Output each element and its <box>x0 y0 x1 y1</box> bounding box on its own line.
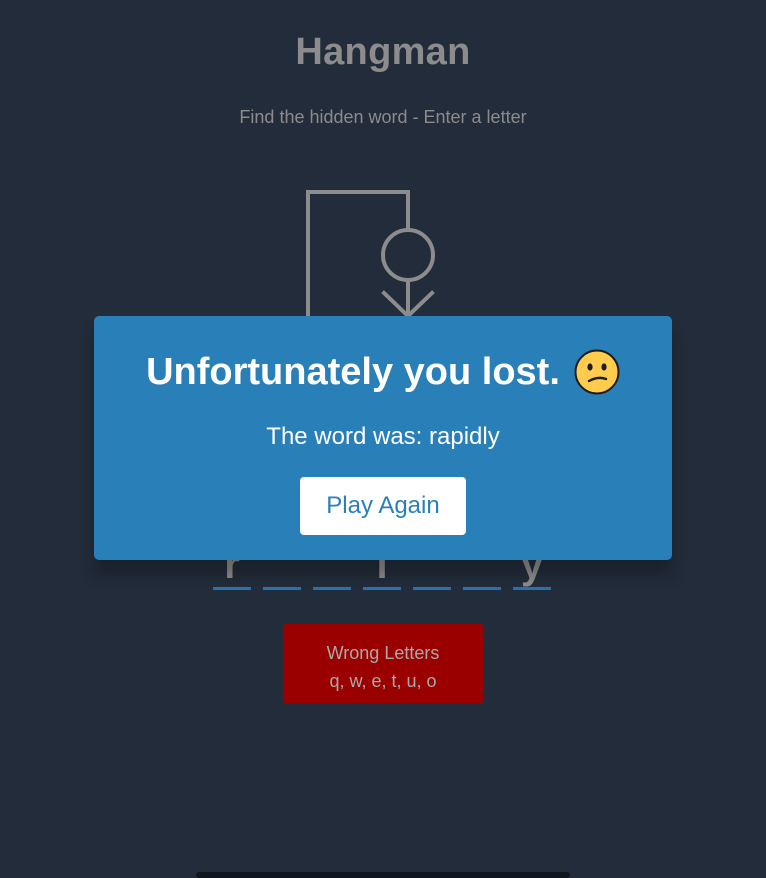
wrong-letters-list: q, w, e, t, u, o <box>329 671 437 691</box>
hangman-left-arm <box>381 290 411 319</box>
popup-heading: Unfortunately you lost. <box>94 349 672 395</box>
hangman-head <box>381 228 435 282</box>
bottom-bar <box>196 872 570 878</box>
word-reveal: The word was: rapidly <box>266 423 500 450</box>
lost-message: Unfortunately you lost. <box>146 350 560 393</box>
confused-face-icon <box>574 349 620 395</box>
game-over-popup: Unfortunately you lost. The word was: ra… <box>94 316 672 560</box>
play-again-button[interactable]: Play Again <box>300 477 466 535</box>
game-screen: Hangman Find the hidden word - Enter a l… <box>0 0 766 878</box>
wrong-letters-box: Wrong Letters q, w, e, t, u, o <box>283 624 483 703</box>
hangman-right-arm <box>405 290 435 319</box>
wrong-letters-label: Wrong Letters <box>326 643 440 663</box>
